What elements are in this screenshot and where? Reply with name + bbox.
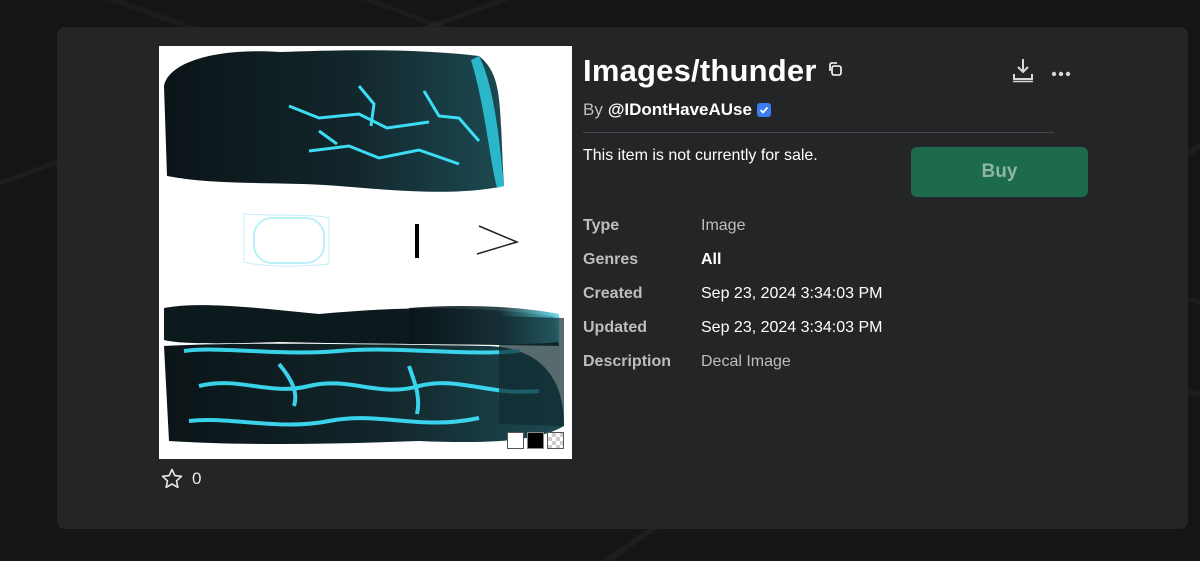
detail-value: Sep 23, 2024 3:34:03 PM — [701, 285, 883, 302]
detail-label: Description — [583, 353, 672, 370]
creator-byline: By @IDontHaveAUse — [583, 100, 771, 120]
by-label: By — [583, 100, 603, 119]
detail-row-created: Created Sep 23, 2024 3:34:03 PM — [583, 277, 882, 311]
detail-label: Type — [583, 217, 620, 234]
black-background-swatch[interactable] — [527, 432, 544, 449]
detail-value: Image — [701, 217, 746, 234]
detail-label: Updated — [583, 319, 647, 336]
genre-link[interactable]: All — [701, 251, 721, 269]
item-details-list: Type Image Genres All Created Sep 23, 20… — [583, 209, 882, 379]
favorite-control[interactable]: 0 — [160, 467, 201, 491]
detail-row-updated: Updated Sep 23, 2024 3:34:03 PM — [583, 311, 882, 345]
creator-link[interactable]: @IDontHaveAUse — [608, 100, 752, 120]
detail-label: Genres — [583, 251, 639, 268]
thunder-texture-image — [159, 50, 564, 445]
item-title: Images/thunder — [583, 53, 817, 88]
transparent-background-swatch[interactable] — [547, 432, 564, 449]
item-actions — [1011, 57, 1071, 88]
favorite-count: 0 — [192, 469, 202, 488]
title-row: Images/thunder — [583, 53, 843, 89]
detail-value: Decal Image — [701, 353, 791, 370]
background-swatches — [507, 432, 564, 449]
detail-row-type: Type Image — [583, 209, 882, 243]
item-thumbnail — [159, 46, 572, 459]
detail-row-description: Description Decal Image — [583, 345, 882, 379]
more-options-icon[interactable] — [1051, 64, 1071, 82]
item-details-card: 0 Images/thunder By @IDontHaveAUse This … — [57, 27, 1188, 529]
detail-row-genres: Genres All — [583, 243, 882, 277]
verified-badge-icon — [756, 103, 771, 117]
sale-status-text: This item is not currently for sale. — [583, 147, 818, 164]
copy-icon[interactable] — [827, 61, 843, 82]
detail-label: Created — [583, 285, 643, 302]
header-divider — [583, 132, 1054, 133]
detail-value: Sep 23, 2024 3:34:03 PM — [701, 319, 883, 336]
buy-button[interactable]: Buy — [911, 147, 1088, 197]
download-icon[interactable] — [1011, 57, 1035, 88]
star-outline-icon[interactable] — [160, 467, 184, 491]
white-background-swatch[interactable] — [507, 432, 524, 449]
